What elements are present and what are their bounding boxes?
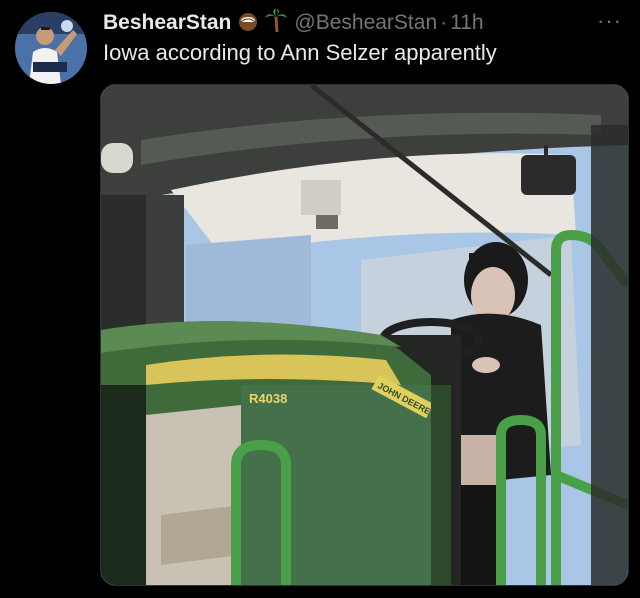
model-label: R4038 (249, 391, 287, 406)
tweet-media-image[interactable]: R4038 JOHN DEERE (100, 84, 629, 586)
display-name[interactable]: BeshearStan (103, 11, 231, 35)
user-handle[interactable]: @BeshearStan (294, 11, 437, 35)
avatar-image (15, 12, 87, 84)
separator-dot: · (440, 11, 448, 34)
palm-tree-icon (265, 8, 288, 38)
timestamp[interactable]: 11h (450, 11, 483, 35)
tweet-header: BeshearStan @BeshearStan · 11h (103, 8, 620, 38)
tractor-photo: R4038 JOHN DEERE (101, 85, 628, 585)
more-options-icon[interactable]: ··· (597, 8, 622, 34)
coconut-icon (237, 10, 259, 37)
author-avatar[interactable] (15, 12, 87, 84)
tweet-text: Iowa according to Ann Selzer apparently (103, 40, 497, 65)
